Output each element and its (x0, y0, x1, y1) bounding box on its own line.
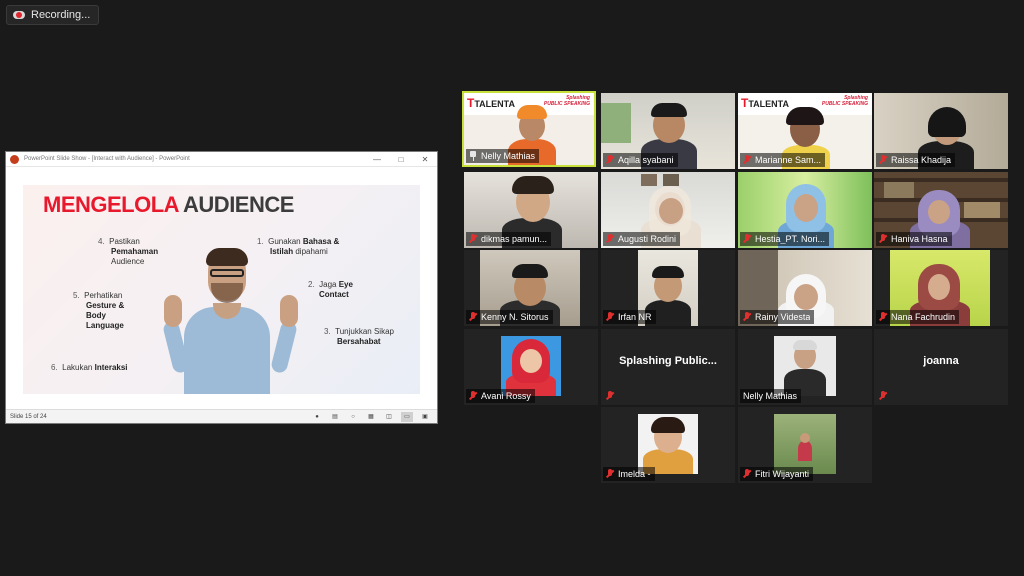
participant-name: Haniva Hasna (891, 234, 948, 244)
mic-muted-icon (469, 391, 477, 401)
cloud-record-icon (13, 9, 25, 21)
slide-point-1: 1. Gunakan Bahasa & Istilah dipahami (257, 237, 340, 256)
slideshow-view-icon[interactable]: ▣ (419, 412, 431, 422)
mic-muted-icon (879, 391, 887, 401)
mic-muted-icon (743, 469, 751, 479)
participant-display-name: Splashing Public... (619, 355, 717, 367)
participant-name: Raissa Khadija (891, 155, 952, 165)
mic-muted-icon (469, 312, 477, 322)
participant-tile[interactable]: Haniva Hasna (874, 172, 1008, 248)
participant-tile[interactable]: Nelly Mathias (738, 329, 872, 405)
mic-muted-icon (879, 312, 887, 322)
mic-muted-icon (606, 234, 614, 244)
slide-area: MENGELOLA AUDIENCE 4. Pastikan Pemahaman… (6, 167, 437, 410)
normal-view-icon[interactable]: ▦ (365, 412, 377, 422)
reading-view-icon[interactable]: ▭ (401, 411, 413, 422)
minimize-icon[interactable]: — (365, 152, 389, 166)
participant-name: Fitri Wijayanti (755, 469, 810, 479)
slide-title-red: MENGELOLA (43, 192, 179, 217)
slide-point-3: 3. Tunjukkan Sikap Bersahabat (324, 327, 394, 346)
slide-point-2: 2. Jaga Eye Contact (308, 280, 353, 299)
shared-screen-powerpoint-window: PowerPoint Slide Show - [Interact with A… (5, 151, 438, 424)
participant-tile[interactable]: Imelda - (601, 407, 735, 483)
participant-name: Kenny N. Sitorus (481, 312, 549, 322)
mic-muted-icon (606, 155, 614, 165)
mic-muted-icon (879, 234, 887, 244)
pen-tool-icon[interactable]: ○ (347, 412, 359, 422)
slide-photo-man-ok-gesture (156, 245, 306, 394)
participant-tile[interactable]: Kenny N. Sitorus (464, 250, 598, 326)
participant-name: Marianne Sam... (755, 155, 822, 165)
powerpoint-window-title: PowerPoint Slide Show - [Interact with A… (24, 156, 190, 162)
mic-muted-icon (606, 312, 614, 322)
mic-muted-icon (879, 155, 887, 165)
participant-tile[interactable]: Hestia_PT. Nori... (738, 172, 872, 248)
pointer-tool-icon[interactable]: ● (311, 412, 323, 422)
participant-name: Irfan NR (618, 312, 652, 322)
participant-display-name: joanna (923, 355, 959, 367)
slide: MENGELOLA AUDIENCE 4. Pastikan Pemahaman… (23, 185, 420, 394)
participant-name: Augusti Rodini (618, 234, 677, 244)
participant-name: Aqilla syabani (618, 155, 674, 165)
powerpoint-logo-icon (10, 154, 19, 164)
participant-tile[interactable]: TTALENTA Splashing PUBLIC SPEAKING Nelly … (462, 91, 596, 167)
mic-muted-icon (606, 391, 614, 401)
slide-counter: Slide 15 of 24 (10, 413, 47, 420)
slide-title: MENGELOLA AUDIENCE (43, 192, 294, 218)
slide-point-6: 6. Lakukan Interaksi (51, 363, 128, 372)
participant-tile[interactable]: Aqilla syabani (601, 93, 735, 169)
participant-name: Nana Fachrudin (891, 312, 956, 322)
participant-name: Rainy Videsta (755, 312, 811, 322)
participant-tile[interactable]: Splashing Public... (601, 329, 735, 405)
mic-muted-icon (743, 234, 751, 244)
participant-tile[interactable]: TTALENTA Splashing PUBLIC SPEAKING Marian… (738, 93, 872, 169)
participant-name: Nelly Mathias (743, 391, 798, 401)
participant-tile[interactable]: Fitri Wijayanti (738, 407, 872, 483)
participant-tile[interactable]: Nana Fachrudin (874, 250, 1008, 326)
pin-icon (469, 151, 477, 161)
powerpoint-titlebar: PowerPoint Slide Show - [Interact with A… (6, 152, 437, 167)
participant-tile[interactable]: Raissa Khadija (874, 93, 1008, 169)
slide-sorter-icon[interactable]: ◫ (383, 412, 395, 422)
recording-indicator[interactable]: Recording... (6, 5, 99, 25)
participant-tile[interactable]: dikmas pamun... (464, 172, 598, 248)
recording-label: Recording... (31, 9, 91, 21)
close-icon[interactable]: ✕ (413, 152, 437, 166)
participant-name: dikmas pamun... (481, 234, 548, 244)
participant-tile[interactable]: joanna (874, 329, 1008, 405)
slide-title-dark: AUDIENCE (183, 192, 294, 217)
powerpoint-statusbar: Slide 15 of 24 ● ▤ ○ ▦ ◫ ▭ ▣ (6, 409, 437, 423)
mic-muted-icon (606, 469, 614, 479)
participant-tile[interactable]: Augusti Rodini (601, 172, 735, 248)
mic-muted-icon (743, 312, 751, 322)
notes-icon[interactable]: ▤ (329, 412, 341, 422)
participant-tile[interactable]: Rainy Videsta (738, 250, 872, 326)
slide-point-4: 4. Pastikan Pemahaman Audience (98, 237, 159, 266)
maximize-icon[interactable]: □ (389, 152, 413, 166)
participant-tile[interactable]: Irfan NR (601, 250, 735, 326)
participant-tile[interactable]: Avani Rossy (464, 329, 598, 405)
mic-muted-icon (469, 234, 477, 244)
slide-point-5: 5. Perhatikan Gesture & Body Language (73, 291, 125, 330)
participant-name: Avani Rossy (481, 391, 531, 401)
mic-muted-icon (743, 155, 751, 165)
participant-name: Imelda - (618, 469, 651, 479)
participant-name: Hestia_PT. Nori... (755, 234, 826, 244)
participant-name: Nelly Mathias (481, 151, 536, 161)
